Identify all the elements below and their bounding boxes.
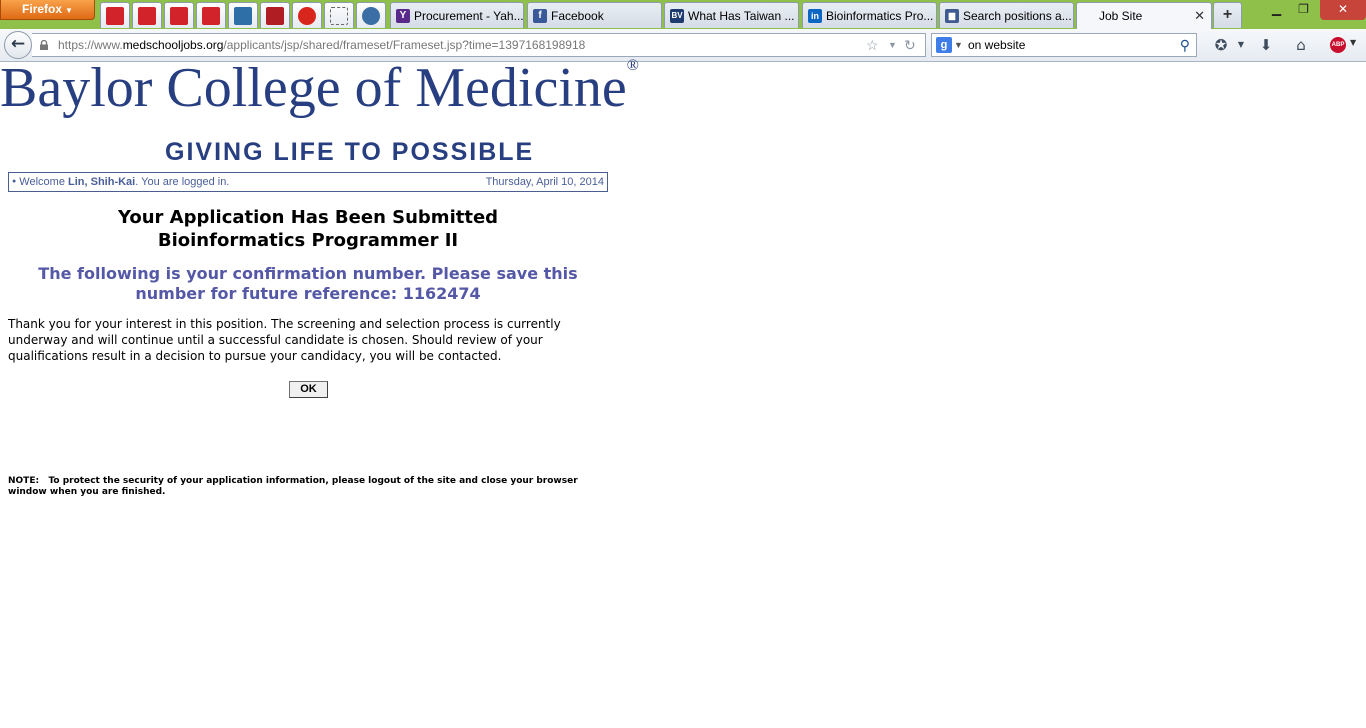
logo-title: Baylor College of Medicine (0, 57, 627, 119)
app-tab-1[interactable] (100, 2, 130, 28)
chevron-down-icon[interactable]: ▼ (1350, 38, 1356, 47)
app-tab-2[interactable] (132, 2, 162, 28)
app-tab-3[interactable] (164, 2, 194, 28)
welcome-suffix: . You are logged in. (135, 176, 230, 188)
firefox-menu-button[interactable]: Firefox ▼ (0, 0, 95, 20)
position-title: Bioinformatics Programmer II (157, 230, 459, 251)
history-dropdown-icon[interactable]: ▼ (888, 34, 897, 56)
close-icon[interactable]: ✕ (1194, 8, 1205, 24)
window-close-button[interactable]: ✕ (1320, 0, 1366, 20)
app-tab-4[interactable] (196, 2, 226, 28)
pinned-app-icon (138, 6, 156, 25)
gear-icon (298, 6, 316, 25)
bullet-icon: ● (12, 178, 17, 185)
search-bar[interactable]: g ▼ ⚲ (931, 33, 1197, 57)
tagline: GIVING LIFE TO POSSIBLE (165, 138, 535, 166)
minimize-button[interactable]: ▁ (1263, 0, 1290, 20)
linkedin-icon: in (808, 8, 822, 23)
facebook-icon: f (533, 8, 547, 23)
chevron-down-icon[interactable]: ▼ (954, 34, 963, 56)
app-tab-9[interactable] (356, 2, 386, 28)
confirmation-message: The following is your confirmation numbe… (38, 264, 578, 303)
tab-label: What Has Taiwan ... (688, 8, 795, 23)
tab-label: Facebook (551, 8, 604, 23)
url-bar[interactable]: https://www.medschooljobs.org/applicants… (32, 33, 926, 57)
note-label: NOTE: (8, 476, 40, 486)
book-icon: ▆ (945, 8, 959, 23)
chevron-down-icon[interactable]: ▼ (1230, 35, 1252, 55)
security-note: NOTE: To protect the security of your ap… (8, 476, 608, 498)
pinned-app-icon (106, 6, 124, 25)
thank-you-text: Thank you for your interest in this posi… (8, 317, 561, 363)
home-icon[interactable]: ⌂ (1290, 35, 1312, 55)
note-text: To protect the security of your applicat… (8, 476, 578, 497)
pinned-app-icon (170, 6, 188, 25)
search-icon[interactable]: ⚲ (1180, 34, 1190, 56)
bv-icon: BV (670, 8, 684, 23)
tab-label: Job Site (1099, 9, 1143, 23)
page-title: Your Application Has Been Submitted (117, 207, 499, 228)
chevron-down-icon: ▼ (65, 6, 73, 15)
registered-mark: ® (626, 57, 639, 74)
tab-label: Search positions a... (963, 8, 1072, 23)
welcome-prefix: Welcome (19, 176, 68, 188)
tab-job-site[interactable]: Job Site ✕ (1076, 2, 1212, 29)
tab-label: Procurement - Yah... (414, 8, 524, 23)
welcome-name: Lin, Shih-Kai (68, 176, 136, 188)
search-input[interactable] (968, 34, 1168, 56)
bookmarks-menu-icon[interactable]: ✪ (1210, 35, 1232, 55)
tab-bioinformatics[interactable]: in Bioinformatics Pro... (802, 2, 937, 28)
logo: Baylor College of Medicine® (0, 56, 639, 120)
back-button[interactable]: ← (4, 31, 32, 59)
page-content: Baylor College of Medicine® GIVING LIFE … (0, 57, 1366, 728)
restore-button[interactable]: ❐ (1290, 0, 1317, 20)
url-domain: medschooljobs.org (122, 38, 224, 52)
current-date: Thursday, April 10, 2014 (485, 176, 604, 188)
globe-icon (362, 6, 380, 25)
yahoo-icon: Y (396, 8, 410, 23)
reload-icon[interactable]: ↻ (904, 34, 916, 56)
blank-page-icon (330, 6, 348, 25)
pinned-app-icon (202, 6, 220, 25)
url-prefix: https://www. (58, 38, 123, 52)
tab-bar: Firefox ▼ Y Procurement - Yah... f Facebo… (0, 0, 1366, 29)
new-tab-button[interactable]: + (1213, 2, 1242, 28)
tab-search-positions[interactable]: ▆ Search positions a... (939, 2, 1074, 28)
welcome-bar: ● Welcome Lin, Shih-Kai. You are logged … (8, 172, 608, 192)
tab-label: Bioinformatics Pro... (826, 8, 934, 23)
firefox-menu-label: Firefox (22, 2, 63, 16)
castle-icon (266, 6, 284, 25)
ok-button[interactable]: OK (289, 381, 328, 398)
lock-icon (40, 40, 48, 50)
app-tab-6[interactable] (260, 2, 290, 28)
google-icon[interactable]: g (936, 37, 952, 53)
url-path: /applicants/jsp/shared/frameset/Frameset… (223, 38, 586, 52)
downloads-icon[interactable]: ⬇ (1255, 35, 1277, 55)
bookmark-star-icon[interactable]: ☆ (866, 34, 879, 56)
tab-procurement[interactable]: Y Procurement - Yah... (390, 2, 524, 28)
crown-icon (234, 6, 252, 25)
url-text: https://www.medschooljobs.org/applicants… (58, 34, 585, 56)
tab-taiwan[interactable]: BV What Has Taiwan ... (664, 2, 799, 28)
adblock-icon[interactable]: ABP (1330, 37, 1346, 53)
tab-facebook[interactable]: f Facebook (527, 2, 662, 28)
app-tab-7[interactable] (292, 2, 322, 28)
app-tab-5[interactable] (228, 2, 258, 28)
app-tab-8[interactable] (324, 2, 354, 28)
